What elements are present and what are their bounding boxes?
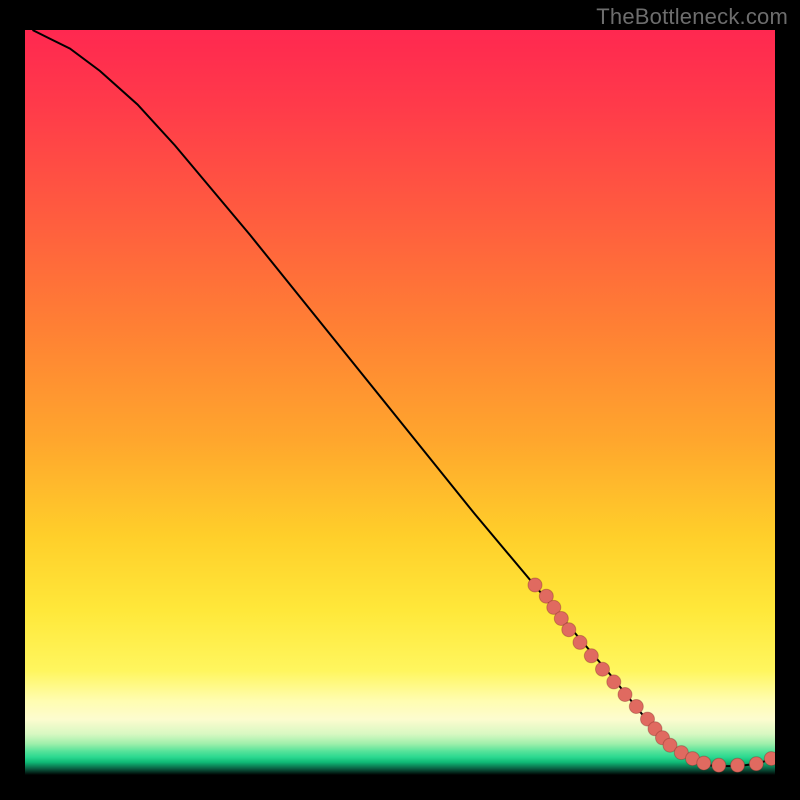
watermark-text: TheBottleneck.com [596, 4, 788, 30]
highlight-dot [528, 578, 542, 592]
highlight-dot [764, 752, 775, 766]
highlight-dot [607, 675, 621, 689]
highlight-dot [749, 757, 763, 771]
chart-stage: TheBottleneck.com [0, 0, 800, 800]
highlight-dot [712, 758, 726, 772]
highlight-dot [596, 662, 610, 676]
bottleneck-curve [33, 30, 772, 766]
chart-svg [25, 30, 775, 775]
highlight-dot [584, 649, 598, 663]
highlight-dot [562, 623, 576, 637]
highlight-dot [697, 756, 711, 770]
highlight-dot [731, 758, 745, 772]
highlight-dot [573, 635, 587, 649]
highlight-dots-group [528, 578, 775, 772]
plot-area [25, 30, 775, 775]
highlight-dot [629, 700, 643, 714]
curve-line-group [33, 30, 772, 766]
highlight-dot [618, 688, 632, 702]
